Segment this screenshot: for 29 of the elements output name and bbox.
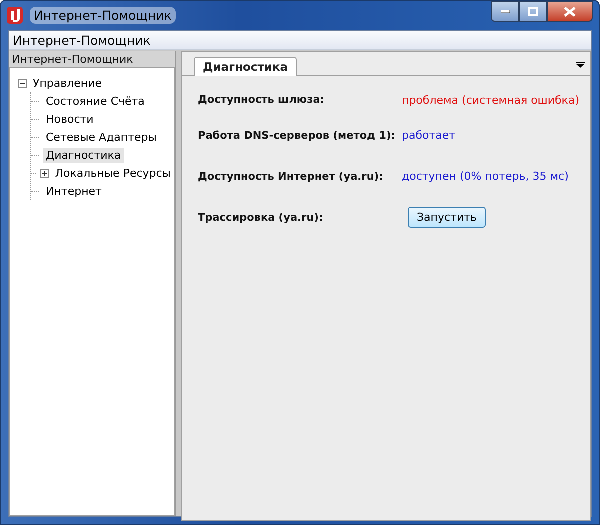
app-icon	[7, 7, 23, 24]
tree-item[interactable]: Интернет	[43, 184, 105, 198]
minimize-button[interactable]	[491, 1, 519, 22]
tab[interactable]: Диагностика	[194, 57, 298, 76]
field-label: Доступность Интернет (ya.ru):	[198, 170, 384, 182]
close-icon	[564, 6, 576, 16]
window-title: Интернет-Помощник	[30, 7, 176, 24]
status-text: работает	[402, 129, 456, 142]
tree-item[interactable]: Сетевые Адаптеры	[43, 130, 160, 144]
close-button[interactable]	[547, 1, 593, 22]
minimize-icon	[500, 10, 510, 13]
field-label: Трассировка (ya.ru):	[198, 212, 324, 224]
maximize-button[interactable]	[519, 1, 547, 22]
tree-item[interactable]: Диагностика	[43, 148, 124, 162]
expand-icon[interactable]	[40, 168, 50, 178]
tree-item[interactable]: Состояние Счёта	[43, 94, 148, 108]
dropdown-icon[interactable]	[576, 62, 585, 68]
status-text: проблема (системная ошибка)	[402, 94, 580, 106]
tree-item[interactable]: Управление	[30, 76, 106, 90]
tree-item[interactable]: Новости	[43, 112, 97, 126]
menu-title[interactable]: Интернет-Помощник	[13, 32, 151, 48]
status-text: доступен (0% потерь, 35 мс)	[402, 170, 569, 183]
panel-header: Интернет-Помощник	[9, 51, 175, 67]
maximize-icon	[528, 7, 538, 16]
field-label: Работа DNS-серверов (метод 1):	[198, 130, 396, 142]
collapse-icon[interactable]	[18, 78, 27, 88]
run-button[interactable]: Запустить	[408, 207, 486, 228]
field-label: Доступность шлюза:	[198, 94, 326, 106]
tree-item[interactable]: Локальные Ресурсы	[52, 166, 174, 180]
